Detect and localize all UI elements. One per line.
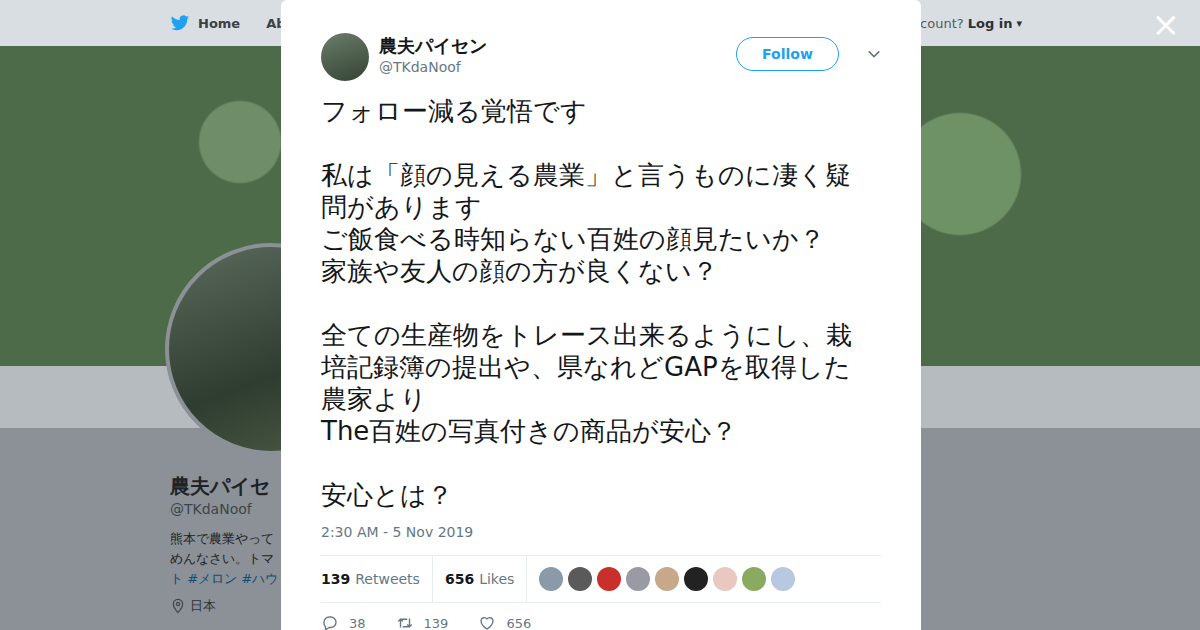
liker-avatar[interactable]: [655, 567, 679, 591]
page: HomeAboccount?Log in▾農夫パイセ@TKdaNoof熊本で農業…: [0, 0, 1200, 630]
reply-icon: [321, 614, 339, 630]
login-link[interactable]: Log in: [968, 16, 1013, 31]
tweet-time[interactable]: 2:30 AM - 5 Nov 2019: [321, 523, 881, 541]
action-button[interactable]: 139: [396, 614, 449, 630]
author-name[interactable]: 農夫パイセン: [379, 35, 726, 57]
liker-avatar[interactable]: [568, 567, 592, 591]
close-button[interactable]: ×: [1152, 6, 1181, 42]
location-icon: [170, 598, 186, 614]
follow-button[interactable]: Follow: [736, 37, 839, 71]
tweet-header: 農夫パイセン@TKdaNoof Follow: [321, 33, 881, 81]
actions-row: 38 139 656: [321, 603, 881, 630]
tweet-text: フォロー減る覚悟です 私は「顔の見える農業」と言うものに凄く疑問があります ご飯…: [321, 95, 861, 511]
liker-avatar[interactable]: [742, 567, 766, 591]
liker-avatar[interactable]: [713, 567, 737, 591]
liker-avatar[interactable]: [597, 567, 621, 591]
tweet-modal: 農夫パイセン@TKdaNoof Follow フォロー減る覚悟です 私は「顔の見える…: [281, 0, 921, 630]
author-avatar[interactable]: [321, 33, 369, 81]
caret-icon[interactable]: ▾: [1016, 17, 1022, 30]
stat[interactable]: 656Likes: [445, 556, 527, 602]
chevron-down-icon[interactable]: [867, 47, 881, 61]
liker-avatar[interactable]: [539, 567, 563, 591]
liker-avatar[interactable]: [771, 567, 795, 591]
bird-icon[interactable]: [170, 13, 190, 33]
home-link[interactable]: Home: [198, 16, 240, 31]
stat[interactable]: 139Retweets: [321, 556, 433, 602]
stats-row: 139Retweets 656Likes: [321, 555, 881, 603]
heart-icon: [478, 614, 496, 630]
liker-avatar[interactable]: [626, 567, 650, 591]
action-button[interactable]: 38: [321, 614, 366, 630]
action-button[interactable]: 656: [478, 614, 531, 630]
retweet-icon: [396, 614, 414, 630]
liker-avatar[interactable]: [684, 567, 708, 591]
author-handle[interactable]: @TKdaNoof: [379, 57, 726, 77]
